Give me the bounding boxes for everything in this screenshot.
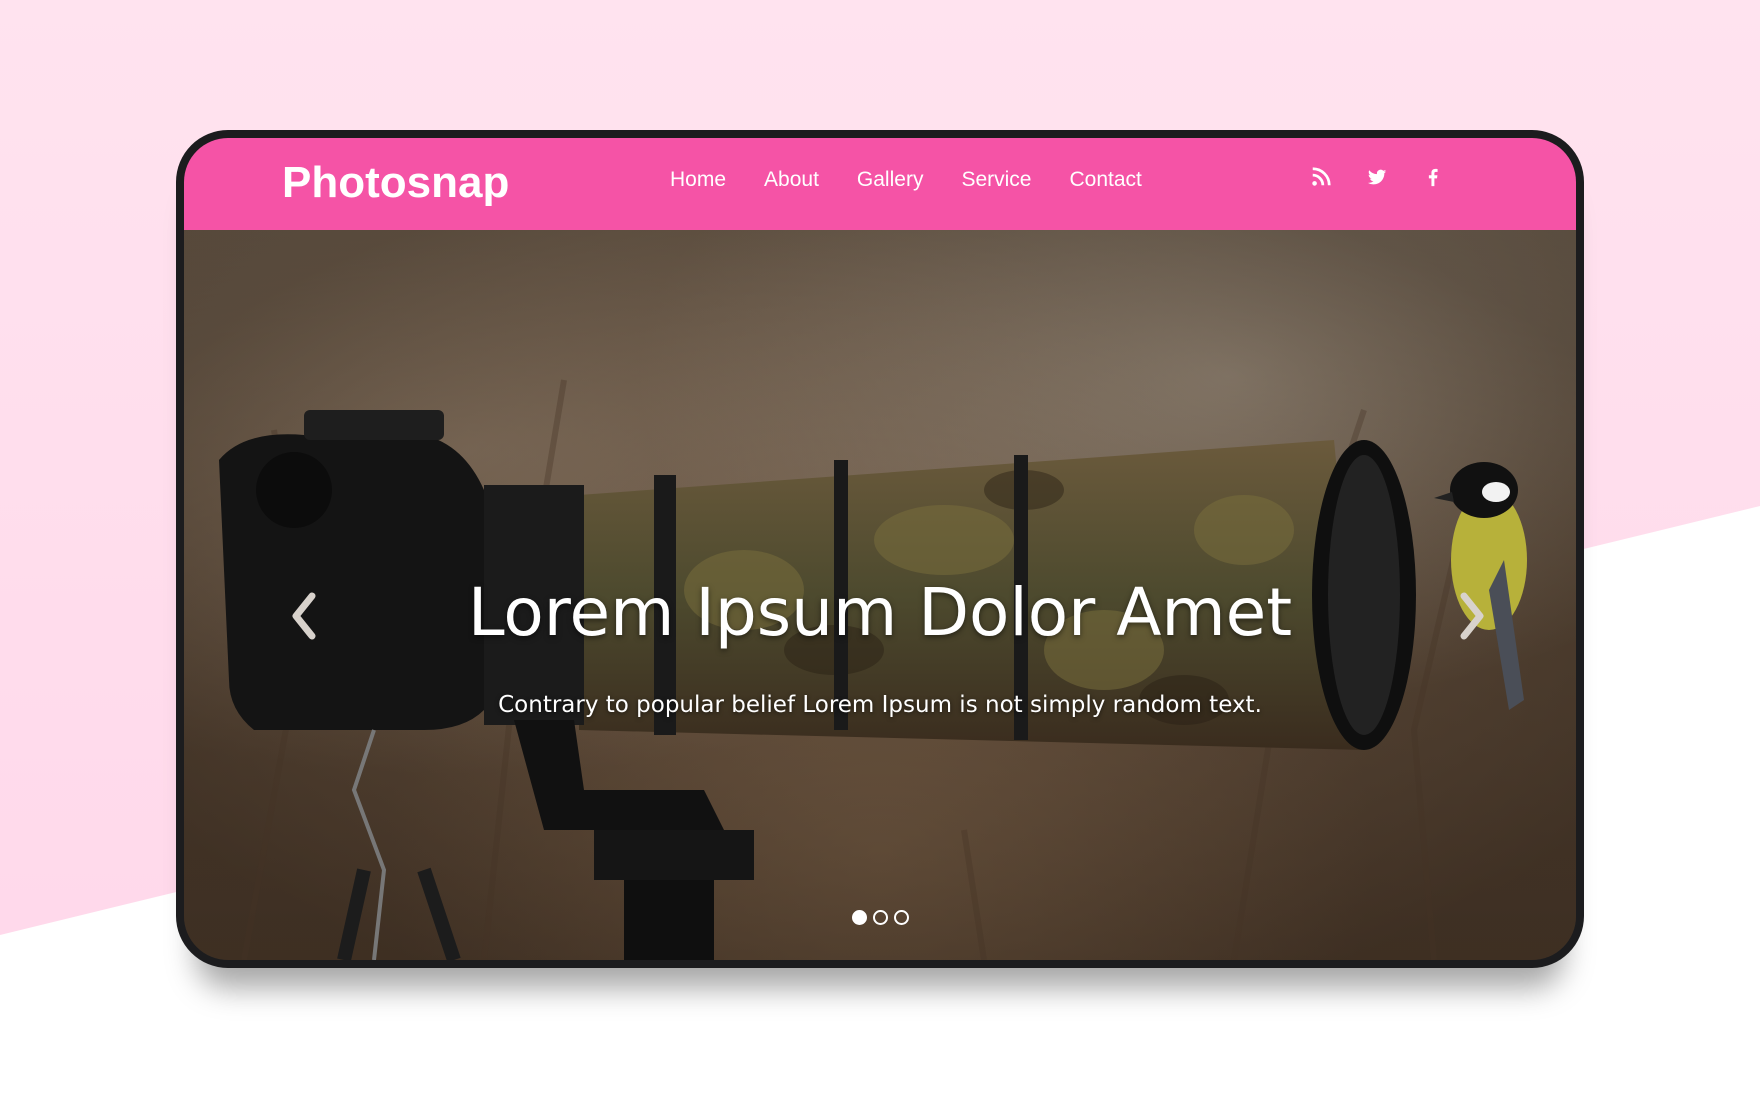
nav-links: Home About Gallery Service Contact [670, 168, 1142, 192]
carousel-dot-2[interactable] [872, 910, 888, 925]
carousel-dot-1[interactable] [851, 910, 867, 925]
navbar: Photosnap Home About Gallery Service Con… [184, 138, 1576, 230]
facebook-icon[interactable] [1422, 166, 1444, 188]
nav-home[interactable]: Home [670, 168, 726, 192]
device-frame: Photosnap Home About Gallery Service Con… [176, 130, 1584, 968]
chevron-left-icon[interactable] [284, 586, 324, 646]
screen: Photosnap Home About Gallery Service Con… [184, 138, 1576, 960]
nav-gallery[interactable]: Gallery [857, 168, 924, 192]
hero-subtitle: Contrary to popular belief Lorem Ipsum i… [498, 692, 1262, 718]
social-links [1310, 166, 1444, 188]
nav-contact[interactable]: Contact [1069, 168, 1141, 192]
carousel-indicators [184, 910, 1576, 925]
carousel-dot-3[interactable] [893, 910, 909, 925]
nav-about[interactable]: About [764, 168, 819, 192]
chevron-right-icon[interactable] [1452, 586, 1492, 646]
twitter-icon[interactable] [1366, 166, 1388, 188]
rss-icon[interactable] [1310, 166, 1332, 188]
hero-carousel: Lorem Ipsum Dolor Amet Contrary to popul… [184, 230, 1576, 960]
nav-service[interactable]: Service [961, 168, 1031, 192]
hero-title: Lorem Ipsum Dolor Amet [467, 574, 1293, 651]
brand-logo[interactable]: Photosnap [282, 158, 509, 208]
